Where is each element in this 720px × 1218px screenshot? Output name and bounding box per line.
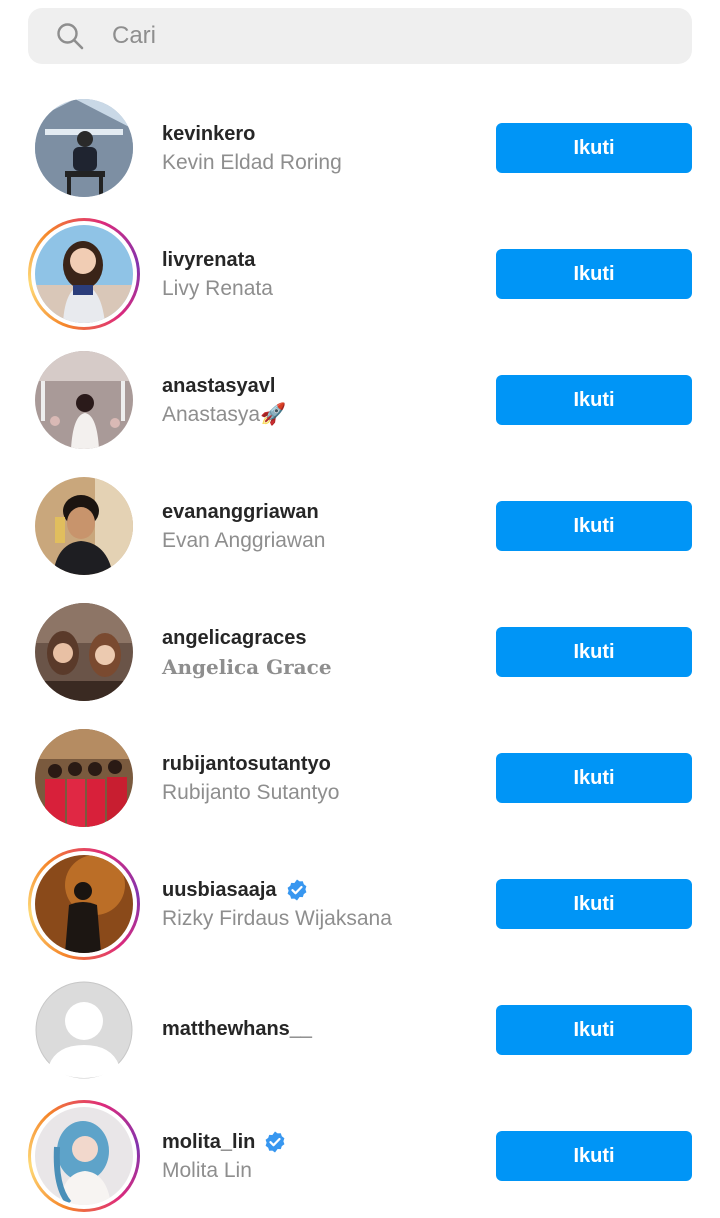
list-item: angelicagraces Angelica Grace Ikuti bbox=[0, 588, 720, 714]
follow-button[interactable]: Ikuti bbox=[496, 627, 692, 677]
search-icon bbox=[57, 23, 84, 50]
list-item: evananggriawan Evan Anggriawan Ikuti bbox=[0, 462, 720, 588]
avatar[interactable] bbox=[28, 1100, 140, 1212]
full-name: Kevin Eldad Roring bbox=[162, 151, 342, 174]
username[interactable]: livyrenata bbox=[162, 246, 482, 274]
list-item: livyrenata Livy Renata Ikuti bbox=[0, 210, 720, 336]
full-name: Angelica Grace bbox=[162, 655, 332, 679]
username[interactable]: angelicagraces bbox=[162, 624, 482, 652]
full-name: Molita Lin bbox=[162, 1159, 252, 1182]
username[interactable]: anastasyavl bbox=[162, 372, 482, 400]
avatar[interactable] bbox=[28, 477, 140, 589]
follow-button[interactable]: Ikuti bbox=[496, 753, 692, 803]
username[interactable]: matthewhans__ bbox=[162, 1015, 482, 1043]
list-item: molita_lin Molita Lin Ikuti bbox=[0, 1092, 720, 1218]
username[interactable]: rubijantosutantyo bbox=[162, 750, 482, 778]
follow-button[interactable]: Ikuti bbox=[496, 1131, 692, 1181]
list-item: matthewhans__ Ikuti bbox=[0, 966, 720, 1092]
follow-button[interactable]: Ikuti bbox=[496, 1005, 692, 1055]
follow-button[interactable]: Ikuti bbox=[496, 375, 692, 425]
username[interactable]: kevinkero bbox=[162, 120, 482, 148]
full-name: Evan Anggriawan bbox=[162, 529, 326, 552]
full-name: Rizky Firdaus Wijaksana bbox=[162, 907, 392, 930]
full-name: Anastasya🚀 bbox=[162, 403, 287, 426]
avatar[interactable] bbox=[28, 99, 140, 211]
avatar[interactable] bbox=[28, 848, 140, 960]
default-avatar-icon bbox=[35, 981, 133, 1079]
avatar[interactable] bbox=[28, 729, 140, 841]
username[interactable]: evananggriawan bbox=[162, 498, 482, 526]
follow-button[interactable]: Ikuti bbox=[496, 879, 692, 929]
avatar[interactable] bbox=[28, 218, 140, 330]
list-item: anastasyavl Anastasya🚀 Ikuti bbox=[0, 336, 720, 462]
username[interactable]: uusbiasaaja bbox=[162, 876, 482, 904]
username[interactable]: molita_lin bbox=[162, 1128, 482, 1156]
follow-button[interactable]: Ikuti bbox=[496, 249, 692, 299]
avatar[interactable] bbox=[28, 351, 140, 463]
avatar[interactable] bbox=[28, 981, 140, 1093]
list-item: uusbiasaaja Rizky Firdaus Wijaksana Ikut… bbox=[0, 840, 720, 966]
list-item: kevinkero Kevin Eldad Roring Ikuti bbox=[0, 84, 720, 210]
verified-badge-icon bbox=[287, 879, 306, 901]
full-name: Rubijanto Sutantyo bbox=[162, 781, 340, 804]
follow-button[interactable]: Ikuti bbox=[496, 123, 692, 173]
verified-badge-icon bbox=[265, 1131, 285, 1153]
follow-button[interactable]: Ikuti bbox=[496, 501, 692, 551]
list-item: rubijantosutantyo Rubijanto Sutantyo Iku… bbox=[0, 714, 720, 840]
suggested-accounts-list: kevinkero Kevin Eldad Roring Ikuti livyr… bbox=[0, 84, 720, 1218]
full-name: Livy Renata bbox=[162, 277, 273, 300]
search-input[interactable] bbox=[112, 20, 652, 52]
avatar[interactable] bbox=[28, 603, 140, 715]
